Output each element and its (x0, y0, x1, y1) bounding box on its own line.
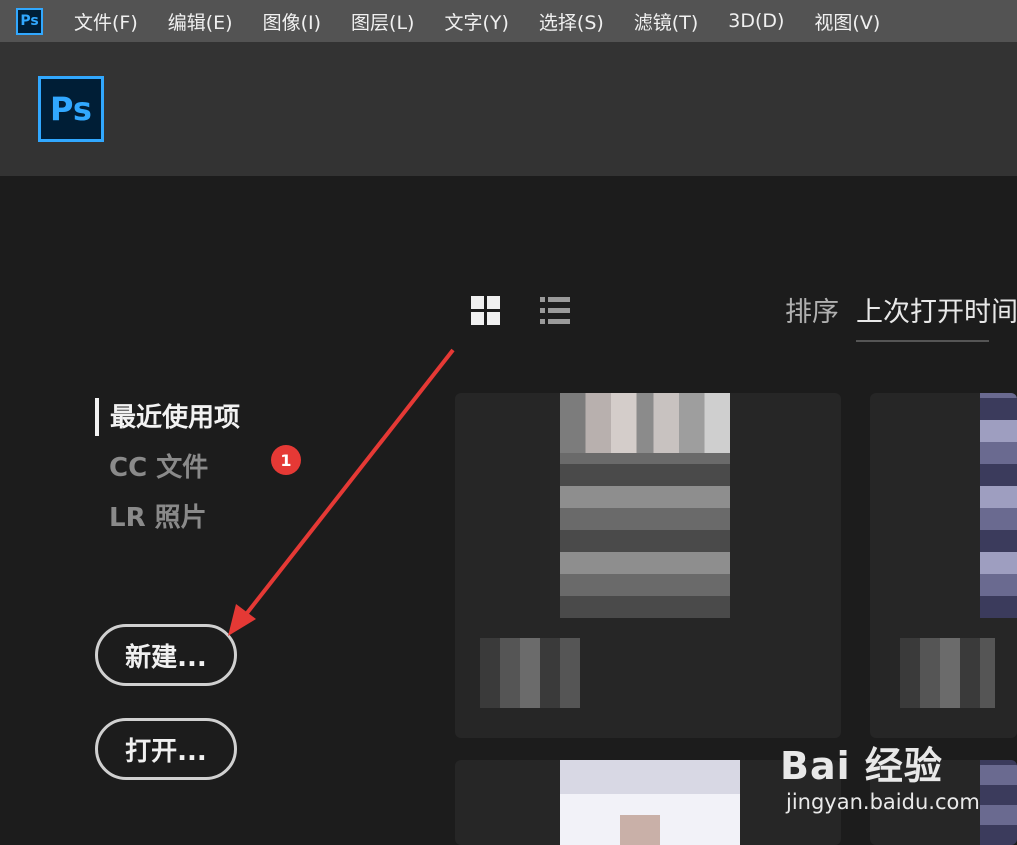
baidu-watermark: Bai 经验 jingyan.baidu.com (780, 735, 980, 814)
annotation-arrow (228, 348, 455, 636)
watermark-logo: Bai 经验 (780, 744, 943, 788)
watermark-url: jingyan.baidu.com (786, 790, 980, 814)
